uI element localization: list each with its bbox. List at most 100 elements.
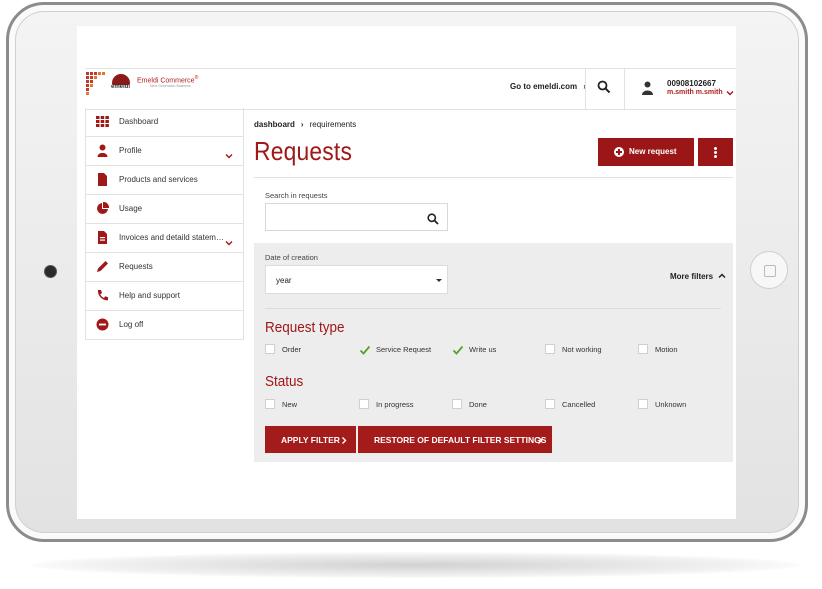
status-options: New In progress Done Cancelled Unknown (265, 398, 725, 412)
header-divider (624, 69, 625, 109)
checkbox-label: Not working (562, 345, 602, 354)
search-icon[interactable] (427, 212, 439, 225)
sidebar-item-invoices[interactable]: Invoices and detaild stateme... (86, 224, 243, 253)
document-icon (96, 173, 109, 186)
phone-icon (96, 289, 109, 302)
checkbox-box (545, 344, 555, 354)
apply-filter-button[interactable]: APPLY FILTER (265, 426, 356, 453)
header-divider (585, 69, 586, 109)
checkbox-label: In progress (376, 400, 414, 409)
checkbox-label: Write us (469, 345, 497, 354)
search-field[interactable] (265, 203, 448, 231)
sidebar-item-label: Help and support (119, 291, 180, 300)
sidebar-item-requests[interactable]: Requests (86, 253, 243, 282)
chevron-right-icon (341, 436, 347, 444)
invoice-icon (96, 231, 109, 244)
sidebar-item-help-and-support[interactable]: Help and support (86, 282, 243, 311)
filter-panel: Date of creation year More filters Reque… (254, 243, 733, 462)
status-title: Status (265, 373, 304, 390)
top-header: emeldi Emeldi Commerce® Next Generation … (85, 68, 736, 110)
sidebar-item-label: Log off (119, 320, 144, 329)
checkbox-box (359, 399, 369, 409)
checkbox-label: Cancelled (562, 400, 596, 409)
checkbox-box (265, 344, 275, 354)
logo-grid-icon (86, 72, 108, 98)
header-search-icon[interactable] (597, 80, 611, 96)
user-phone[interactable]: 00908102667 (667, 79, 716, 88)
checkbox-label: Order (282, 345, 302, 354)
sidebar-item-profile[interactable]: Profile (86, 137, 243, 166)
user-icon (96, 144, 109, 157)
filter-divider (265, 308, 721, 309)
screen: emeldi Emeldi Commerce® Next Generation … (77, 26, 736, 519)
checkmark-icon (452, 343, 464, 355)
sidebar-item-log-off[interactable]: Log off (86, 311, 243, 340)
page-title: Requests (254, 136, 353, 166)
kebab-dot (714, 155, 717, 158)
title-divider (254, 177, 733, 178)
sidebar-item-label: Dashboard (119, 117, 159, 126)
grid-icon (96, 115, 109, 128)
chevron-down-icon[interactable] (225, 147, 233, 159)
search-label: Search in requests (265, 191, 328, 200)
more-filters-toggle[interactable]: More filters (670, 272, 726, 281)
checkbox-box (452, 399, 462, 409)
new-request-button[interactable]: New request (598, 138, 694, 166)
goto-emeldi-link[interactable]: Go to emeldi.com › (510, 82, 586, 91)
sidebar-item-label: Requests (119, 262, 153, 271)
brand-logo[interactable]: emeldi Emeldi Commerce® Next Generation … (86, 70, 206, 104)
caret-down-icon (436, 279, 442, 282)
kebab-dot (714, 147, 717, 150)
breadcrumb-current: requirements (309, 120, 357, 129)
home-button-square (764, 265, 776, 277)
more-options-button[interactable] (698, 138, 733, 166)
sidebar-item-usage[interactable]: Usage (86, 195, 243, 224)
logoff-icon (96, 318, 109, 331)
pencil-icon (96, 260, 109, 273)
pie-chart-icon (96, 201, 110, 215)
checkbox-label: Motion (655, 345, 678, 354)
chevron-down-icon[interactable] (225, 234, 233, 246)
sidebar-item-dashboard[interactable]: Dashboard (86, 108, 243, 137)
device-shadow (30, 552, 800, 578)
user-name[interactable]: m.smith m.smith (667, 89, 723, 96)
home-button[interactable] (750, 251, 788, 289)
checkbox-label: New (282, 400, 298, 409)
checkmark-icon (359, 343, 371, 355)
restore-default-filters-button[interactable]: RESTORE OF DEFAULT FILTER SETTINGS (358, 426, 552, 453)
breadcrumb: dashboard › requirements (254, 120, 356, 129)
search-input[interactable] (272, 210, 416, 226)
date-of-creation-select[interactable]: year (265, 265, 448, 294)
checkbox-box (265, 399, 275, 409)
checkbox-box (638, 399, 648, 409)
sidebar: Dashboard Profile Products and services … (85, 108, 244, 340)
brand-tagline: Next Generation Business (150, 84, 191, 88)
sidebar-item-label: Invoices and detaild stateme... (119, 233, 227, 242)
kebab-dot (714, 151, 717, 154)
chevron-right-icon (537, 436, 543, 444)
request-type-title: Request type (265, 319, 345, 336)
sidebar-item-label: Products and services (119, 175, 198, 184)
sidebar-item-products-and-services[interactable]: Products and services (86, 166, 243, 195)
new-request-label: New request (629, 147, 677, 156)
plus-circle-icon (614, 147, 624, 157)
user-avatar-icon[interactable] (642, 81, 653, 95)
checkbox-label: Unknown (655, 400, 687, 409)
checkbox-label: Service Request (376, 345, 432, 354)
chevron-up-icon (718, 272, 726, 280)
checkbox-box (638, 344, 648, 354)
checkbox-box (545, 399, 555, 409)
camera-lens (45, 266, 56, 277)
breadcrumb-dashboard-link[interactable]: dashboard (254, 120, 295, 129)
brand-name: Emeldi Commerce® (137, 75, 199, 85)
apply-filter-label: APPLY FILTER (281, 435, 340, 445)
sidebar-item-label: Usage (119, 204, 143, 213)
logo-wordmark: emeldi (111, 84, 131, 90)
request-type-options: Order Service Request Write us Not worki… (265, 343, 725, 357)
user-menu-chevron-down-icon[interactable] (726, 84, 734, 96)
restore-default-filters-label: RESTORE OF DEFAULT FILTER SETTINGS (374, 435, 547, 445)
date-select-value: year (276, 276, 292, 285)
sidebar-item-label: Profile (119, 146, 142, 155)
checkbox-label: Done (469, 400, 487, 409)
breadcrumb-separator: › (300, 120, 304, 129)
